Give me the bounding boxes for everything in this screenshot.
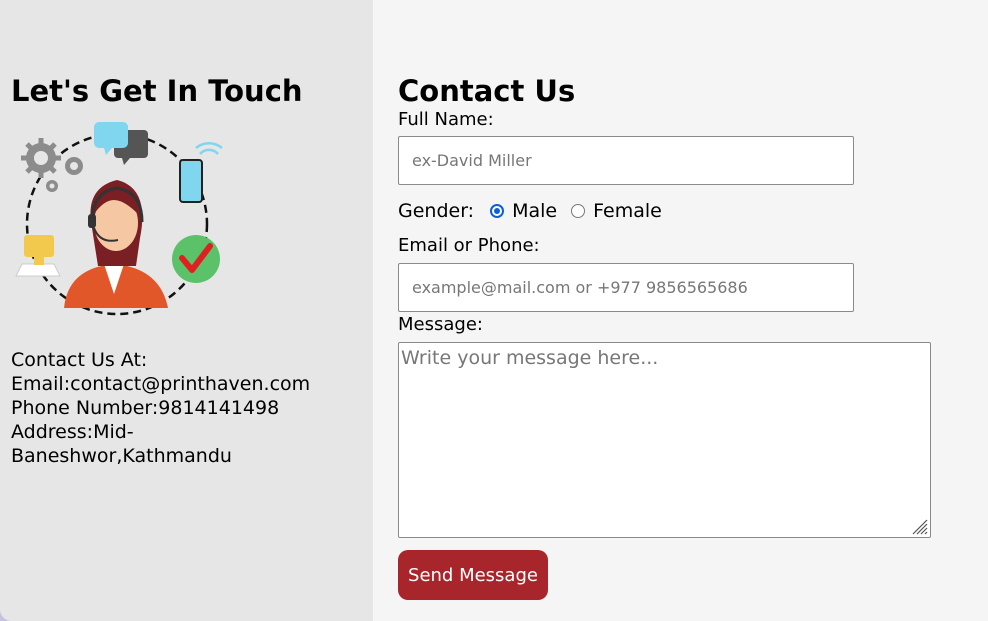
email-phone-input[interactable] — [398, 263, 854, 312]
contact-address-line: Address:Mid-Baneshwor,Kathmandu — [11, 420, 256, 468]
email-value: contact@printhaven.com — [70, 373, 311, 395]
phone-value: 9814141498 — [158, 397, 280, 419]
phone-label: Phone Number: — [11, 397, 159, 419]
resize-handle-icon[interactable] — [910, 517, 928, 535]
customer-support-agent-icon — [15, 122, 223, 316]
contact-info-panel: Let's Get In Touch Contact Us At: Email:… — [0, 0, 373, 621]
full-name-label: Full Name: — [398, 109, 494, 130]
form-heading: Contact Us — [398, 74, 576, 108]
contact-email-line: Email:contact@printhaven.com — [11, 372, 351, 396]
gender-group: Gender: Male Female — [398, 198, 662, 224]
message-textarea[interactable] — [398, 342, 931, 538]
gender-male-label[interactable]: Male — [512, 200, 557, 222]
contact-details: Contact Us At: Email:contact@printhaven.… — [11, 348, 351, 468]
gender-label: Gender: — [398, 200, 475, 222]
email-phone-label: Email or Phone: — [398, 235, 540, 256]
gender-female-radio[interactable] — [571, 204, 586, 218]
email-label: Email: — [11, 373, 71, 395]
address-label: Address: — [11, 421, 94, 443]
page-frame: Let's Get In Touch Contact Us At: Email:… — [0, 0, 988, 621]
message-label: Message: — [398, 314, 483, 335]
full-name-input[interactable] — [398, 136, 854, 185]
contact-phone-line: Phone Number:9814141498 — [11, 396, 351, 420]
send-message-button[interactable]: Send Message — [398, 550, 548, 600]
left-heading: Let's Get In Touch — [11, 74, 303, 108]
gender-female-label[interactable]: Female — [593, 200, 662, 222]
gender-male-radio[interactable] — [490, 204, 505, 218]
contact-title: Contact Us At: — [11, 349, 148, 371]
